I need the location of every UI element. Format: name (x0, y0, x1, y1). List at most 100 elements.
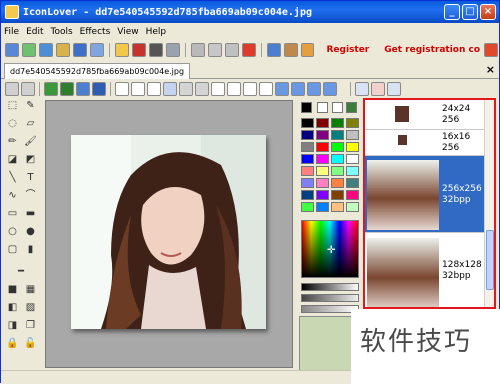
palette-swatch[interactable] (346, 190, 359, 200)
palette-swatch[interactable] (301, 202, 314, 212)
new-icon[interactable] (5, 43, 19, 57)
get-registration-code-link[interactable]: Get registration co (384, 45, 480, 55)
open-icon[interactable] (55, 43, 70, 57)
dark-green-cube-icon[interactable] (60, 82, 74, 96)
move-down-icon[interactable] (307, 82, 321, 96)
palette-swatch[interactable] (301, 118, 314, 128)
palette-swatch[interactable] (316, 142, 329, 152)
palette-swatch[interactable] (346, 178, 359, 188)
rotate-left-icon[interactable] (211, 82, 225, 96)
palette-swatch[interactable] (316, 154, 329, 164)
add-format-icon[interactable] (355, 82, 369, 96)
pattern-icon[interactable]: ▦ (23, 283, 38, 297)
move-up-icon[interactable] (291, 82, 305, 96)
palette-swatch[interactable] (331, 166, 344, 176)
blur-icon[interactable]: ▨ (23, 301, 38, 315)
palette-swatch[interactable] (346, 154, 359, 164)
palette-swatch[interactable] (331, 178, 344, 188)
fill-icon[interactable]: ◪ (5, 153, 20, 167)
cut-icon[interactable] (190, 43, 205, 57)
new-library-icon[interactable] (38, 43, 53, 57)
palette-swatch[interactable] (331, 202, 344, 212)
format-entry-256[interactable]: 256x256 32bpp (365, 156, 484, 233)
format-entry-128[interactable]: 128x128 32bpp (365, 234, 484, 307)
move-right-icon[interactable] (323, 82, 337, 96)
key-icon[interactable] (484, 43, 498, 57)
delete-format-icon[interactable] (371, 82, 385, 96)
menu-edit[interactable]: Edit (26, 27, 43, 37)
palette-swatch[interactable] (346, 166, 359, 176)
eraser-icon[interactable]: ▱ (23, 117, 38, 131)
format-entry-24[interactable]: 24x24 256 (365, 100, 484, 130)
palette-swatch[interactable] (316, 178, 329, 188)
line-icon[interactable]: ╲ (5, 171, 20, 185)
rotate-right-icon[interactable] (227, 82, 241, 96)
fg-color-icon[interactable]: ■ (5, 283, 20, 297)
layers-icon[interactable]: ❐ (23, 319, 38, 333)
blue-cube-icon[interactable] (76, 82, 90, 96)
pointer-icon[interactable] (163, 82, 177, 96)
palette-swatch[interactable] (346, 130, 359, 140)
background-color-swatch[interactable] (317, 102, 328, 113)
save-all-icon[interactable] (89, 43, 104, 57)
alpha-slider[interactable] (301, 294, 359, 302)
copy-icon[interactable] (207, 43, 222, 57)
brush-icon[interactable]: 🖌 (23, 135, 38, 149)
palette-swatch[interactable] (316, 118, 329, 128)
filled-rounded-rect-icon[interactable]: ▮ (23, 243, 38, 257)
curve-icon[interactable]: ∿ (5, 189, 20, 203)
palette-options-icon[interactable] (346, 102, 357, 113)
grid-icon[interactable] (115, 82, 129, 96)
palette-swatch[interactable] (316, 166, 329, 176)
redo-icon[interactable] (21, 82, 35, 96)
menu-view[interactable]: View (117, 27, 138, 37)
swap-colors-icon[interactable] (332, 102, 343, 113)
register-link[interactable]: Register (326, 45, 369, 55)
blend-icon[interactable]: ◧ (5, 301, 20, 315)
menu-help[interactable]: Help (146, 27, 167, 37)
color-spectrum-picker[interactable]: ✛ (301, 220, 359, 278)
palette-swatch[interactable] (346, 202, 359, 212)
ellipse-icon[interactable]: ○ (5, 225, 20, 239)
floppy-icon[interactable] (131, 43, 146, 57)
palette-swatch[interactable] (316, 202, 329, 212)
zoom-out-icon[interactable] (195, 82, 209, 96)
format-entry-16[interactable]: 16x16 256 (365, 130, 484, 156)
rectangle-icon[interactable]: ▭ (5, 207, 20, 221)
text-icon[interactable]: T (23, 171, 38, 185)
foreground-color-swatch[interactable] (301, 102, 312, 113)
formats-scrollbar[interactable] (484, 100, 494, 307)
undo-icon[interactable] (5, 82, 19, 96)
palette-swatch[interactable] (346, 142, 359, 152)
grayscale-slider[interactable] (301, 283, 359, 291)
lasso-icon[interactable]: ◌ (5, 117, 20, 131)
filled-ellipse-icon[interactable]: ● (23, 225, 38, 239)
palette-swatch[interactable] (301, 178, 314, 188)
rounded-rect-icon[interactable]: ▢ (5, 243, 20, 257)
palette-swatch[interactable] (316, 190, 329, 200)
flip-vertical-icon[interactable] (259, 82, 273, 96)
print-icon[interactable] (148, 43, 163, 57)
palette-swatch[interactable] (301, 142, 314, 152)
close-button[interactable]: × (480, 4, 496, 20)
gradient-icon[interactable]: ◨ (5, 319, 20, 333)
dark-blue-cube-icon[interactable] (92, 82, 106, 96)
menu-tools[interactable]: Tools (51, 27, 73, 37)
palette-swatch[interactable] (331, 130, 344, 140)
unlock-icon[interactable]: 🔓 (23, 337, 38, 351)
palette-swatch[interactable] (331, 142, 344, 152)
palette-swatch[interactable] (301, 166, 314, 176)
line-width-icon[interactable]: ━ (5, 265, 37, 279)
save-icon[interactable] (72, 43, 87, 57)
zoom-in-icon[interactable] (179, 82, 193, 96)
scrollbar-thumb[interactable] (486, 230, 494, 290)
filled-rectangle-icon[interactable]: ▬ (23, 207, 38, 221)
register-icon[interactable] (300, 43, 315, 57)
properties-icon[interactable] (266, 43, 281, 57)
palette-swatch[interactable] (331, 190, 344, 200)
delete-icon[interactable] (241, 43, 256, 57)
palette-swatch[interactable] (331, 154, 344, 164)
open-folder-icon[interactable] (114, 43, 129, 57)
palette-swatch[interactable] (301, 154, 314, 164)
grid-small-icon[interactable] (131, 82, 145, 96)
